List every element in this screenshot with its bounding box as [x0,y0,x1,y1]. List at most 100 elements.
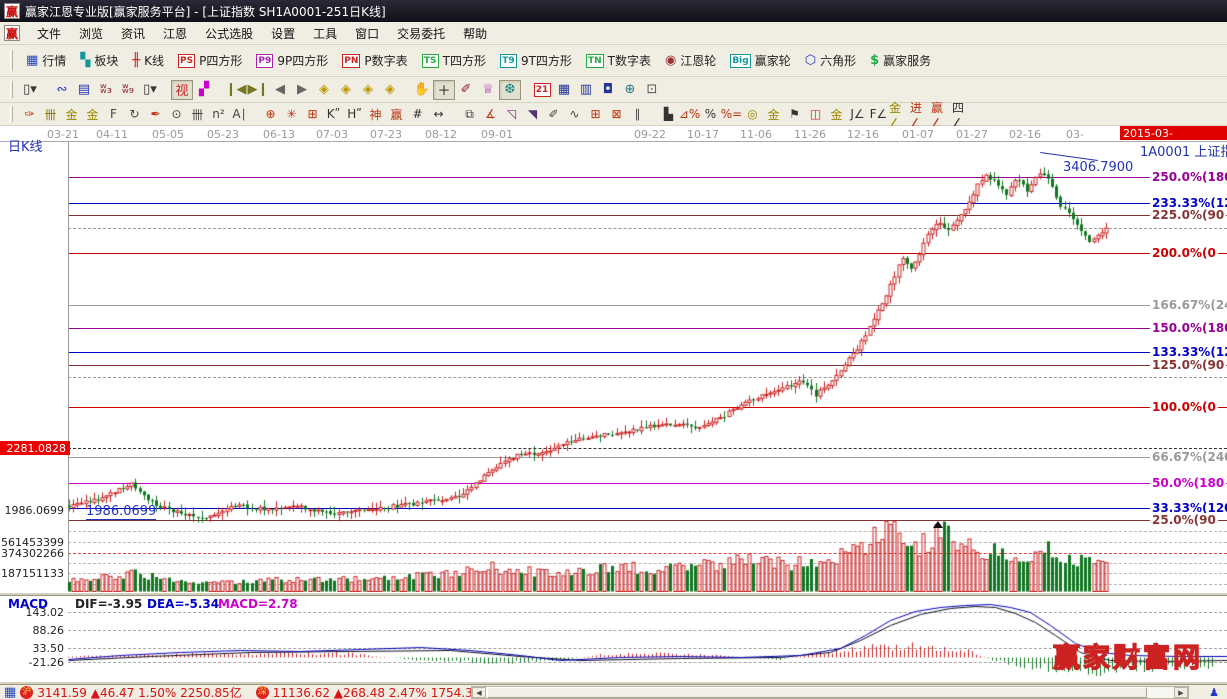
candle-style-icon[interactable]: ▯▾ [139,80,161,100]
star-web-icon[interactable]: ✳ [281,105,302,123]
a-line-icon[interactable]: A∣ [229,105,250,123]
gold-fence-2-icon[interactable]: 金 [82,105,103,123]
web-link-icon[interactable]: ⊕ [619,80,641,100]
quote-grid-icon[interactable]: ▦ [4,685,16,699]
p-table-button[interactable]: PNP数字表 [335,49,414,72]
pan-hand-icon[interactable]: ✋ [411,80,433,100]
gold-fence-1-icon[interactable]: 金 [61,105,82,123]
calendar-icon[interactable]: 21 [531,80,553,100]
page-next-icon[interactable]: ▶ [291,80,313,100]
grid-red-2-icon[interactable]: ⊠ [606,105,627,123]
gold-lines-icon[interactable]: 金 [763,105,784,123]
sectors-button[interactable]: ▚板块 [73,49,125,72]
angle-f-icon[interactable]: F∠ [868,105,889,123]
toolbar-drag-handle[interactable] [10,81,13,99]
zoom-tool-icon[interactable]: ✐ [455,80,477,100]
period-selector-icon[interactable]: ▯▾ [19,80,41,100]
t-square-button[interactable]: TST四方形 [415,49,493,72]
gold-circle-icon[interactable]: ◎ [742,105,763,123]
fan-box-2-icon[interactable]: ◥ [522,105,543,123]
span-measure-icon[interactable]: ↔ [428,105,449,123]
gann-fence-icon[interactable]: 卌 [40,105,61,123]
shen-fence-icon[interactable]: 神 [365,105,386,123]
angle-gold-icon[interactable]: 金∠ [889,105,910,123]
t-table-button[interactable]: TNT数字表 [579,49,658,72]
menu-资讯[interactable]: 资讯 [112,24,154,44]
red-pen-icon[interactable]: ✒ [145,105,166,123]
candlestick-canvas[interactable] [0,126,1227,592]
menu-工具[interactable]: 工具 [304,24,346,44]
box-plus-icon[interactable]: ⧉ [459,105,480,123]
p-square-button[interactable]: PSP四方形 [171,49,249,72]
brush-tool-icon[interactable]: ✑ [19,105,40,123]
angle-si-icon[interactable]: 四∠ [952,105,973,123]
gann-crown-icon[interactable]: ♕ [477,80,499,100]
n2-fence-icon[interactable]: n² [208,105,229,123]
gold-underline-icon[interactable]: 金 [826,105,847,123]
menu-江恩[interactable]: 江恩 [154,24,196,44]
pct-lines-icon[interactable]: %= [721,105,742,123]
menu-窗口[interactable]: 窗口 [346,24,388,44]
time-circle-icon[interactable]: ⊙ [166,105,187,123]
winner-wheel-button[interactable]: Big赢家轮 [723,49,797,72]
diamond-left-icon[interactable]: ◈ [313,80,335,100]
toolbar-drag-handle[interactable] [10,106,13,121]
ying-fence-icon[interactable]: 赢 [386,105,407,123]
k-quote-icon[interactable]: Kʺ [323,105,344,123]
page-prev-icon[interactable]: ◀ [269,80,291,100]
angle-jin-icon[interactable]: 进∠ [910,105,931,123]
wave-box-icon[interactable]: ◫ [805,105,826,123]
chart-9-icon[interactable]: ʬ₉ [117,80,139,100]
angle-j-icon[interactable]: J∠ [847,105,868,123]
save-icon[interactable]: ◘ [597,80,619,100]
angle-pct-icon[interactable]: ⊿% [679,105,700,123]
view-frame-icon[interactable]: 视 [171,80,193,100]
square-web-icon[interactable]: ⊞ [302,105,323,123]
pattern-tool-icon[interactable]: ∾ [51,80,73,100]
hexagon-button[interactable]: ⬡六角形 [798,49,863,72]
kline-button[interactable]: ╫K线 [125,49,171,72]
print-icon[interactable]: ⊡ [641,80,663,100]
color-chart-icon[interactable]: ▞ [193,80,215,100]
skip-last-icon[interactable]: ▶❙ [247,80,269,100]
menu-交易委托[interactable]: 交易委托 [388,24,454,44]
9p-square-button[interactable]: P99P四方形 [249,49,335,72]
fan-box-icon[interactable]: ◹ [501,105,522,123]
chart-horizontal-scrollbar[interactable]: ◀ ▶ [471,686,1189,699]
crosshair-icon[interactable]: ＋ [433,80,455,100]
toolbar-drag-handle[interactable] [10,50,13,72]
angle-ying-icon[interactable]: 赢∠ [931,105,952,123]
diamond-h-icon[interactable]: ◈ [357,80,379,100]
menu-文件[interactable]: 文件 [28,24,70,44]
pencil-line-icon[interactable]: ✐ [543,105,564,123]
chart-3-icon[interactable]: ʬ₃ [95,80,117,100]
f-fence-icon[interactable]: F [103,105,124,123]
menu-帮助[interactable]: 帮助 [454,24,496,44]
percent-tool-icon[interactable]: % [700,105,721,123]
diamond-v-icon[interactable]: ◈ [379,80,401,100]
plain-fence-icon[interactable]: 卌 [187,105,208,123]
skip-first-icon[interactable]: ❙◀ [225,80,247,100]
flag-pen-icon[interactable]: ⚑ [784,105,805,123]
grid-red-icon[interactable]: ⊞ [585,105,606,123]
zigzag-tool-icon[interactable]: ∿ [564,105,585,123]
notes-icon[interactable]: ▥ [575,80,597,100]
list-view-icon[interactable]: ▤ [73,80,95,100]
menu-公式选股[interactable]: 公式选股 [196,24,262,44]
parallel-lines-icon[interactable]: ∥ [627,105,648,123]
num-fence-icon[interactable]: # [407,105,428,123]
gann-wheel-button[interactable]: ◉江恩轮 [658,49,723,72]
h-quote-icon[interactable]: Hʺ [344,105,365,123]
spiral-tool-icon[interactable]: ↻ [124,105,145,123]
scroll-thumb[interactable] [487,687,1147,698]
diamond-right-icon[interactable]: ◈ [335,80,357,100]
winner-service-button[interactable]: $赢家服务 [863,49,938,72]
scroll-left-button[interactable]: ◀ [472,687,486,698]
menu-设置[interactable]: 设置 [262,24,304,44]
fan-lines-icon[interactable]: ∡ [480,105,501,123]
menu-浏览[interactable]: 浏览 [70,24,112,44]
target-circle-icon[interactable]: ⊕ [260,105,281,123]
hist-panel-icon[interactable]: ▙ [658,105,679,123]
9t-square-button[interactable]: T99T四方形 [493,49,579,72]
status-user-icon[interactable]: ♟ [1209,686,1219,699]
